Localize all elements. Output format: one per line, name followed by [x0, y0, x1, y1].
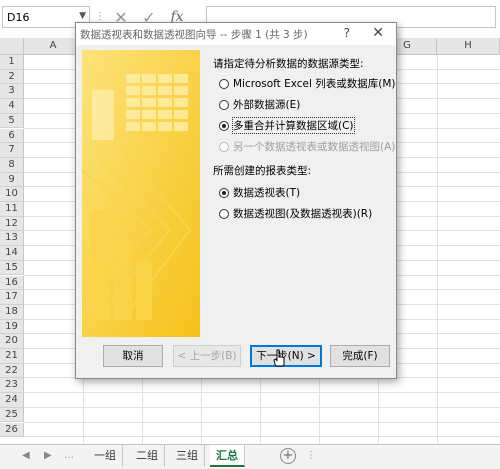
option-label: 另一个数据透视表或数据透视图(A) [233, 141, 396, 153]
row-header-3[interactable]: 3 [0, 84, 24, 100]
row-header-25[interactable]: 25 [0, 407, 24, 423]
radio-button[interactable] [219, 99, 229, 110]
option-label: 数据透视表(T) [233, 187, 301, 199]
row-header-20[interactable]: 20 [0, 334, 24, 349]
report-option-pivot-table[interactable]: 数据透视表(T) [219, 185, 300, 200]
row-header-26[interactable]: 26 [0, 422, 24, 438]
radio-button[interactable] [219, 208, 229, 219]
column-header-h[interactable]: H [437, 38, 500, 55]
row-header-4[interactable]: 4 [0, 99, 24, 114]
sheet-tab[interactable]: 三组 [170, 445, 205, 467]
option-label: 数据透视图(及数据透视表)(R) [233, 208, 373, 220]
option-label: 外部数据源(E) [233, 99, 301, 111]
row-header-7[interactable]: 7 [0, 143, 24, 158]
add-sheet-icon[interactable]: + [280, 448, 296, 464]
dialog-titlebar[interactable]: 数据透视表和数据透视图向导 -- 步骤 1 (共 3 步) ? ✕ [76, 23, 396, 45]
finish-button[interactable]: 完成(F) [330, 345, 390, 367]
name-box-value: D16 [7, 11, 30, 24]
next-button[interactable]: 下一步(N) > [250, 345, 322, 367]
cancel-button[interactable]: 取消 [103, 345, 163, 367]
sheet-tab-bar: ◀ ▶ … + ⋮ 一组 二组 三组 汇总 [0, 444, 500, 469]
radio-button-disabled [219, 141, 229, 152]
row-header-16[interactable]: 16 [0, 275, 24, 291]
more-tabs-icon[interactable]: … [64, 450, 74, 461]
gridline [24, 421, 500, 423]
row-header-19[interactable]: 19 [0, 319, 24, 335]
dialog-title: 数据透视表和数据透视图向导 -- 步骤 1 (共 3 步) [80, 29, 308, 41]
hand-cursor-icon [273, 349, 285, 367]
row-header-18[interactable]: 18 [0, 304, 24, 320]
sheet-tab[interactable]: 二组 [130, 445, 165, 467]
option-label: 多重合并计算数据区域(C) [232, 117, 355, 134]
close-icon[interactable]: ✕ [372, 25, 384, 41]
chevron-down-icon[interactable]: ▼ [79, 11, 86, 21]
source-option-external[interactable]: 外部数据源(E) [219, 97, 300, 112]
source-option-excel-list[interactable]: Microsoft Excel 列表或数据库(M) [219, 76, 396, 91]
sheet-tab[interactable]: 汇总 [210, 445, 245, 467]
report-group-label: 所需创建的报表类型: [213, 165, 312, 177]
row-header-10[interactable]: 10 [0, 187, 24, 202]
row-header-5[interactable]: 5 [0, 113, 24, 129]
radio-button-selected[interactable] [219, 187, 229, 198]
row-header-1[interactable]: 1 [0, 55, 24, 70]
source-option-another-pivot: 另一个数据透视表或数据透视图(A) [219, 139, 395, 154]
row-header-15[interactable]: 15 [0, 260, 24, 276]
source-option-multiple-ranges[interactable]: 多重合并计算数据区域(C) [219, 117, 355, 134]
source-group-label: 请指定待分析数据的数据源类型: [213, 58, 364, 70]
row-header-12[interactable]: 12 [0, 216, 24, 232]
row-header-21[interactable]: 21 [0, 349, 24, 364]
row-header-2[interactable]: 2 [0, 69, 24, 85]
scroll-left-icon[interactable]: ◀ [22, 450, 30, 461]
row-header-17[interactable]: 17 [0, 290, 24, 305]
gridline [24, 436, 500, 438]
gridline [24, 392, 500, 394]
gridline [24, 406, 500, 408]
row-header-13[interactable]: 13 [0, 231, 24, 247]
row-header-24[interactable]: 24 [0, 393, 24, 408]
radio-button-selected[interactable] [219, 120, 229, 131]
row-header-22[interactable]: 22 [0, 363, 24, 379]
select-all-corner[interactable] [0, 38, 24, 55]
help-icon[interactable]: ? [344, 26, 350, 40]
sheet-tab[interactable]: 一组 [88, 445, 123, 467]
row-header-8[interactable]: 8 [0, 157, 24, 173]
row-header-9[interactable]: 9 [0, 172, 24, 188]
scroll-right-icon[interactable]: ▶ [44, 450, 52, 461]
option-label: Microsoft Excel 列表或数据库(M) [233, 78, 396, 90]
row-header-11[interactable]: 11 [0, 202, 24, 217]
row-header-6[interactable]: 6 [0, 128, 24, 144]
radio-button[interactable] [219, 78, 229, 89]
back-button: < 上一步(B) [173, 345, 241, 367]
row-header-23[interactable]: 23 [0, 378, 24, 394]
report-option-pivot-chart[interactable]: 数据透视图(及数据透视表)(R) [219, 206, 372, 221]
more-tabs-right-icon[interactable]: ⋮ [306, 450, 316, 461]
row-header-14[interactable]: 14 [0, 246, 24, 261]
pivot-wizard-dialog: 数据透视表和数据透视图向导 -- 步骤 1 (共 3 步) ? ✕ 请指定待分析… [75, 22, 397, 379]
wizard-illustration [82, 50, 200, 337]
